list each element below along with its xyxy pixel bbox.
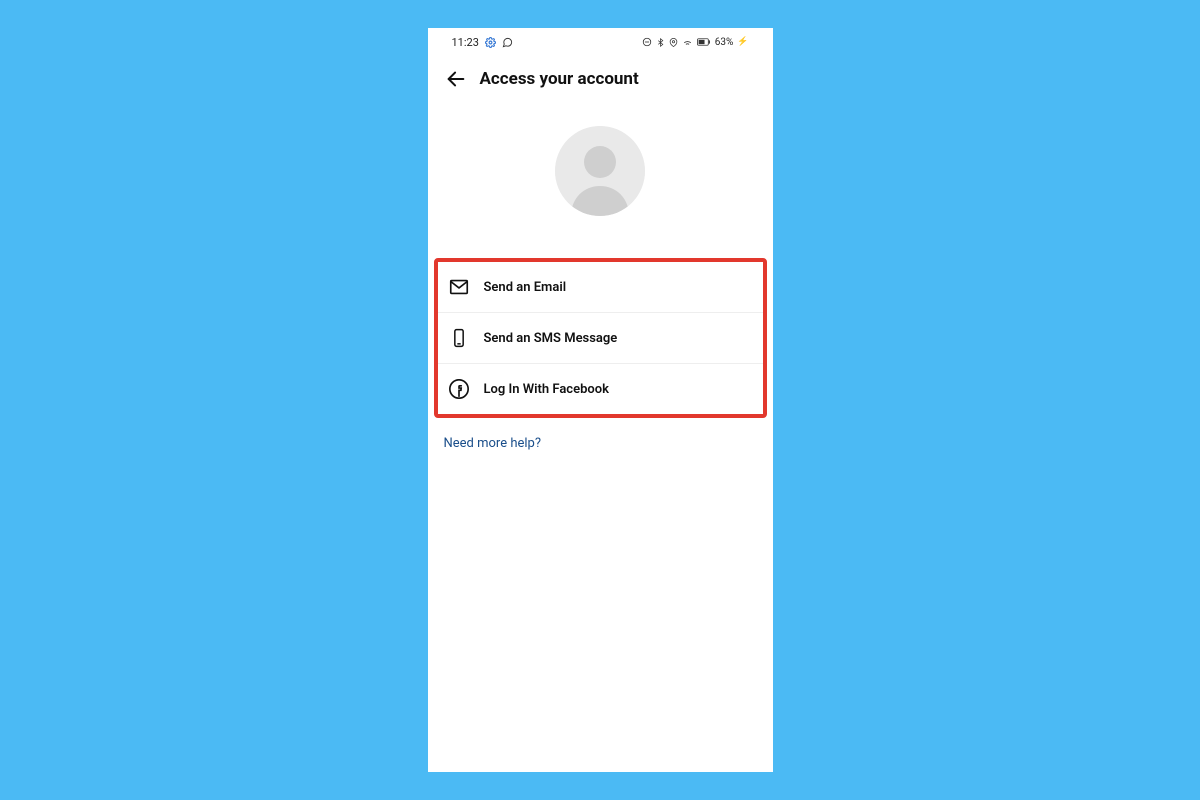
dnd-icon (642, 37, 652, 47)
status-right: 63% ⚡ (642, 37, 749, 48)
login-facebook-option[interactable]: Log In With Facebook (438, 363, 763, 414)
settings-gear-icon (485, 37, 496, 48)
status-bar: 11:23 (428, 28, 773, 56)
status-time: 11:23 (452, 36, 479, 49)
options-highlight-box: Send an Email Send an SMS Message Log In… (434, 258, 767, 418)
send-sms-option[interactable]: Send an SMS Message (438, 312, 763, 363)
facebook-icon (448, 378, 470, 400)
option-label: Send an Email (484, 280, 567, 295)
charging-icon: ⚡ (737, 37, 748, 47)
battery-text: 63% (715, 37, 734, 48)
need-more-help-link[interactable]: Need more help? (444, 436, 757, 451)
option-label: Log In With Facebook (484, 382, 609, 397)
battery-icon (697, 37, 711, 47)
wifi-icon (682, 37, 693, 48)
back-button[interactable] (440, 63, 472, 95)
page-title: Access your account (480, 69, 639, 89)
phone-frame: 11:23 (428, 28, 773, 772)
avatar-section (428, 126, 773, 216)
avatar-placeholder (555, 126, 645, 216)
location-icon (669, 38, 678, 47)
send-email-option[interactable]: Send an Email (438, 262, 763, 312)
option-label: Send an SMS Message (484, 331, 618, 346)
bluetooth-icon (656, 38, 665, 47)
envelope-icon (448, 276, 470, 298)
arrow-left-icon (445, 68, 467, 90)
phone-icon (448, 327, 470, 349)
person-icon (555, 126, 645, 216)
nav-bar: Access your account (428, 56, 773, 102)
status-left: 11:23 (452, 36, 513, 49)
whatsapp-icon (502, 37, 513, 48)
